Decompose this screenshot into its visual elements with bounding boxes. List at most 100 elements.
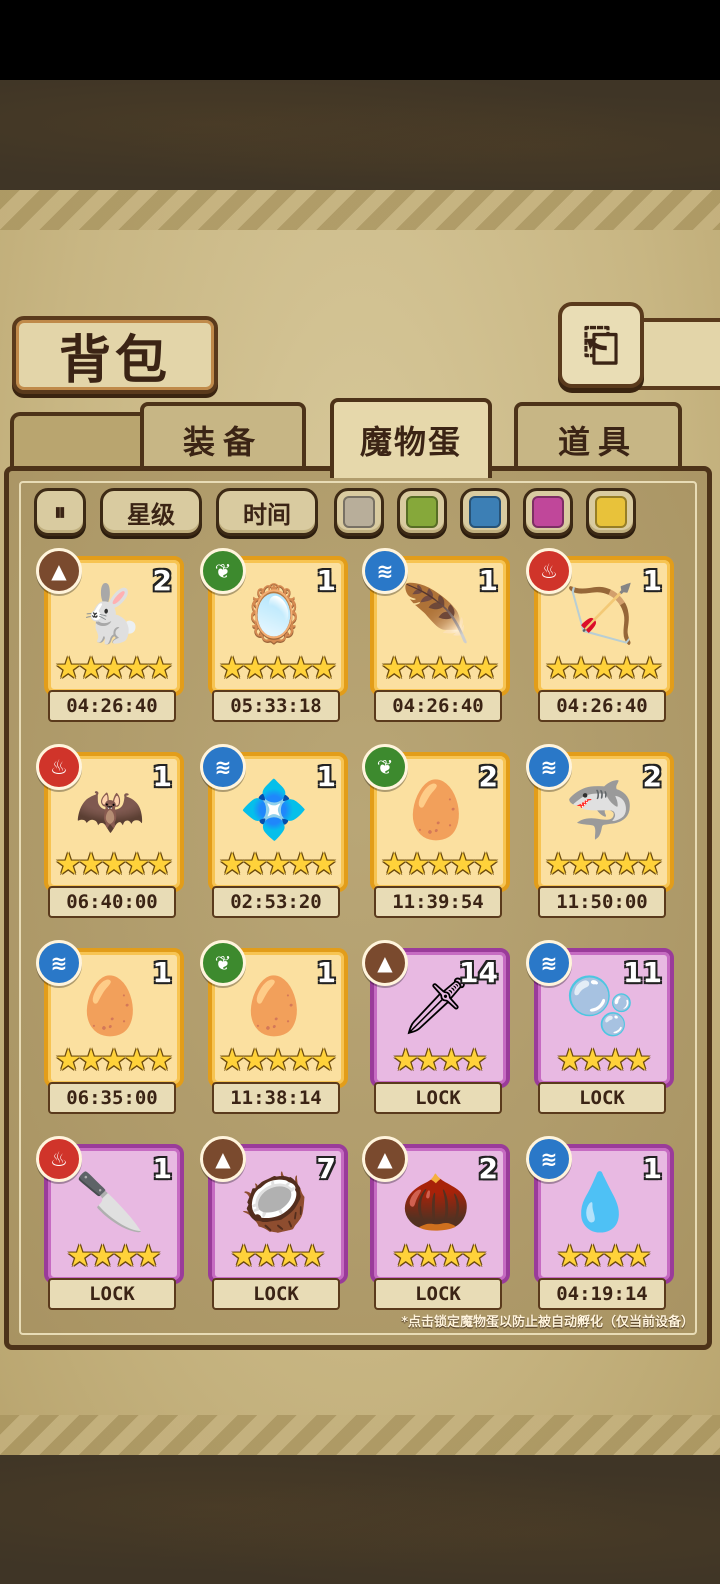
- element-water-icon: ≋: [526, 744, 572, 790]
- color-filter-button[interactable]: [586, 488, 636, 536]
- lock-label: LOCK: [48, 1278, 176, 1310]
- hatch-timer: 05:33:18: [212, 690, 340, 722]
- element-earth-icon: ▲: [362, 1136, 408, 1182]
- egg-card[interactable]: 🪞 ❦ 1 ★★★★★ 05:33:18: [200, 548, 348, 722]
- element-fire-icon: ♨: [36, 744, 82, 790]
- color-swatch: [406, 496, 438, 528]
- egg-count: 2: [478, 760, 498, 793]
- tab-label: 装备: [182, 423, 263, 461]
- egg-count: 1: [478, 564, 498, 597]
- tab-items[interactable]: 道具: [514, 402, 682, 474]
- egg-card[interactable]: 💠 ≋ 1 ★★★★★ 02:53:20: [200, 744, 348, 918]
- element-water-icon: ≋: [362, 548, 408, 594]
- egg-count: 1: [642, 564, 662, 597]
- color-filter-button[interactable]: [397, 488, 447, 536]
- element-nature-icon: ❦: [200, 548, 246, 594]
- egg-count: 14: [459, 956, 498, 989]
- egg-count: 1: [316, 956, 336, 989]
- hatch-timer: 06:40:00: [48, 886, 176, 918]
- tab-label: 道具: [557, 423, 638, 461]
- star-rating: ★★★★★: [54, 1043, 173, 1078]
- egg-card[interactable]: 💧 ≋ 1 ★★★★ 04:19:14: [526, 1136, 674, 1310]
- egg-card[interactable]: 🥚 ❦ 1 ★★★★★ 11:38:14: [200, 940, 348, 1114]
- sort-by-stars-button[interactable]: 星级: [100, 488, 202, 536]
- egg-card[interactable]: 🫧 ≋ 11 ★★★★ LOCK: [526, 940, 674, 1114]
- egg-card[interactable]: 🥚 ❦ 2 ★★★★★ 11:39:54: [362, 744, 510, 918]
- hatch-timer: 06:35:00: [48, 1082, 176, 1114]
- egg-count: 7: [316, 1152, 336, 1185]
- hatch-timer: 04:19:14: [538, 1278, 666, 1310]
- element-nature-icon: ❦: [200, 940, 246, 986]
- color-filter-button[interactable]: [460, 488, 510, 536]
- star-rating: ★★★★★: [544, 651, 663, 686]
- page-title-plate: 背包: [12, 316, 218, 394]
- element-nature-icon: ❦: [362, 744, 408, 790]
- back-icon: ⎗: [583, 319, 619, 371]
- hatch-timer: 04:26:40: [374, 690, 502, 722]
- star-rating: ★★★★: [392, 1239, 488, 1274]
- star-rating: ★★★★: [556, 1239, 652, 1274]
- color-swatch: [595, 496, 627, 528]
- back-bar: [636, 318, 720, 390]
- tab-equipment[interactable]: 装备: [140, 402, 306, 474]
- lock-label: LOCK: [374, 1082, 502, 1114]
- egg-count: 1: [152, 760, 172, 793]
- egg-card[interactable]: 🌰 ▲ 2 ★★★★ LOCK: [362, 1136, 510, 1310]
- egg-count: 1: [642, 1152, 662, 1185]
- back-button[interactable]: ⎗: [558, 302, 644, 388]
- element-water-icon: ≋: [36, 940, 82, 986]
- status-bar-area: [0, 0, 720, 80]
- hatch-timer: 11:39:54: [374, 886, 502, 918]
- filter-toggle-button[interactable]: ⏸: [34, 488, 86, 536]
- egg-card[interactable]: 🔪 ♨ 1 ★★★★ LOCK: [36, 1136, 184, 1310]
- element-earth-icon: ▲: [362, 940, 408, 986]
- element-water-icon: ≋: [200, 744, 246, 790]
- star-rating: ★★★★: [66, 1239, 162, 1274]
- element-water-icon: ≋: [526, 940, 572, 986]
- egg-count: 1: [152, 956, 172, 989]
- egg-card[interactable]: 🪶 ≋ 1 ★★★★★ 04:26:40: [362, 548, 510, 722]
- star-rating: ★★★★★: [54, 651, 173, 686]
- hatch-timer: 11:50:00: [538, 886, 666, 918]
- sort-label: 星级: [127, 500, 175, 529]
- star-rating: ★★★★★: [380, 847, 499, 882]
- egg-count: 2: [152, 564, 172, 597]
- star-rating: ★★★★★: [544, 847, 663, 882]
- lock-hint: *点击锁定魔物蛋以防止被自动孵化（仅当前设备）: [401, 1315, 694, 1330]
- lock-label: LOCK: [212, 1278, 340, 1310]
- element-fire-icon: ♨: [526, 548, 572, 594]
- star-rating: ★★★★★: [218, 1043, 337, 1078]
- egg-count: 1: [316, 760, 336, 793]
- egg-card[interactable]: 🥥 ▲ 7 ★★★★ LOCK: [200, 1136, 348, 1310]
- egg-card[interactable]: 🏹 ♨ 1 ★★★★★ 04:26:40: [526, 548, 674, 722]
- egg-card[interactable]: 🐇 ▲ 2 ★★★★★ 04:26:40: [36, 548, 184, 722]
- star-rating: ★★★★★: [218, 847, 337, 882]
- hatch-timer: 04:26:40: [48, 690, 176, 722]
- element-water-icon: ≋: [526, 1136, 572, 1182]
- hatch-timer: 11:38:14: [212, 1082, 340, 1114]
- star-rating: ★★★★: [230, 1239, 326, 1274]
- map-background-top: [0, 80, 720, 190]
- color-swatch: [343, 496, 375, 528]
- egg-count: 2: [642, 760, 662, 793]
- star-rating: ★★★★: [392, 1043, 488, 1078]
- color-swatch: [469, 496, 501, 528]
- egg-card[interactable]: 🦈 ≋ 2 ★★★★★ 11:50:00: [526, 744, 674, 918]
- pause-icon: ⏸: [54, 498, 66, 526]
- tab-label: 魔物蛋: [359, 423, 462, 461]
- egg-card[interactable]: 🗡 ▲ 14 ★★★★ LOCK: [362, 940, 510, 1114]
- egg-card[interactable]: 🦇 ♨ 1 ★★★★★ 06:40:00: [36, 744, 184, 918]
- egg-count: 11: [623, 956, 662, 989]
- star-rating: ★★★★★: [54, 847, 173, 882]
- tab-monster-eggs[interactable]: 魔物蛋: [330, 398, 492, 478]
- egg-count: 1: [316, 564, 336, 597]
- egg-card[interactable]: 🥚 ≋ 1 ★★★★★ 06:35:00: [36, 940, 184, 1114]
- hatch-timer: 04:26:40: [538, 690, 666, 722]
- lock-label: LOCK: [374, 1278, 502, 1310]
- hatch-timer: 02:53:20: [212, 886, 340, 918]
- star-rating: ★★★★★: [218, 651, 337, 686]
- sort-by-time-button[interactable]: 时间: [216, 488, 318, 536]
- element-earth-icon: ▲: [200, 1136, 246, 1182]
- color-filter-button[interactable]: [334, 488, 384, 536]
- color-filter-button[interactable]: [523, 488, 573, 536]
